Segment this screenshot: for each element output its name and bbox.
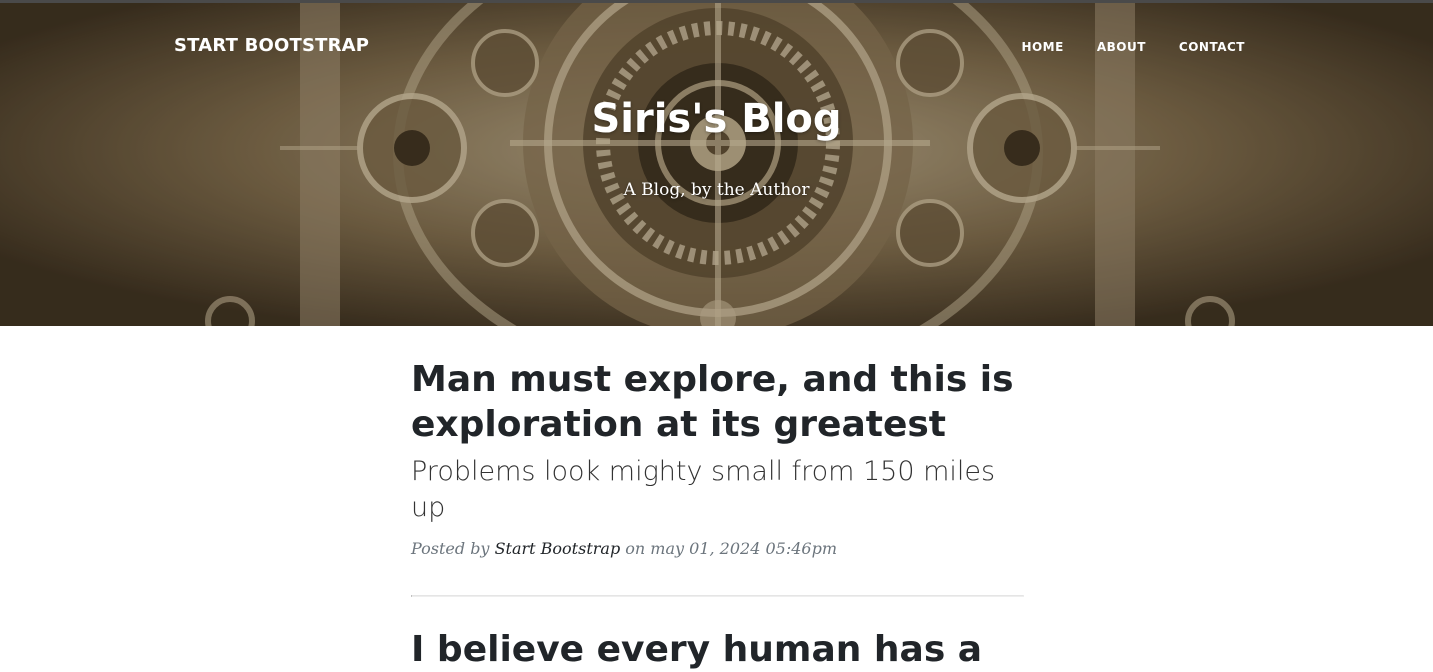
nav-link-contact[interactable]: CONTACT	[1179, 40, 1245, 54]
post-link[interactable]: I believe every human has a	[411, 627, 1024, 672]
post-title: I believe every human has a	[411, 629, 983, 670]
masthead-header: START BOOTSTRAP HOME ABOUT CONTACT Siris…	[0, 0, 1433, 326]
post-meta-prefix: Posted by	[411, 539, 490, 558]
post-divider	[411, 595, 1024, 597]
nav-link-about[interactable]: ABOUT	[1097, 40, 1146, 54]
post-title: Man must explore, and this is exploratio…	[411, 359, 1014, 445]
site-heading: Siris's Blog A Blog, by the Author	[0, 91, 1433, 202]
nav-link-home[interactable]: HOME	[1021, 40, 1063, 54]
post-meta: Posted by Start Bootstrap on may 01, 202…	[411, 537, 1024, 561]
post-preview: Man must explore, and this is exploratio…	[411, 357, 1024, 561]
post-link[interactable]: Man must explore, and this is exploratio…	[411, 357, 1024, 526]
nav-links: HOME ABOUT CONTACT	[1021, 40, 1245, 54]
posts-container: Man must explore, and this is exploratio…	[411, 326, 1024, 672]
post-author-link[interactable]: Start Bootstrap	[495, 539, 621, 558]
brand-link[interactable]: START BOOTSTRAP	[174, 35, 369, 56]
site-subtitle: A Blog, by the Author	[623, 180, 810, 200]
site-title: Siris's Blog	[591, 96, 842, 142]
post-subtitle: Problems look mighty small from 150 mile…	[411, 456, 996, 523]
post-meta-date: on may 01, 2024 05:46pm	[625, 539, 837, 558]
post-preview: I believe every human has a	[411, 627, 1024, 672]
main-navbar: START BOOTSTRAP HOME ABOUT CONTACT	[0, 3, 1433, 89]
